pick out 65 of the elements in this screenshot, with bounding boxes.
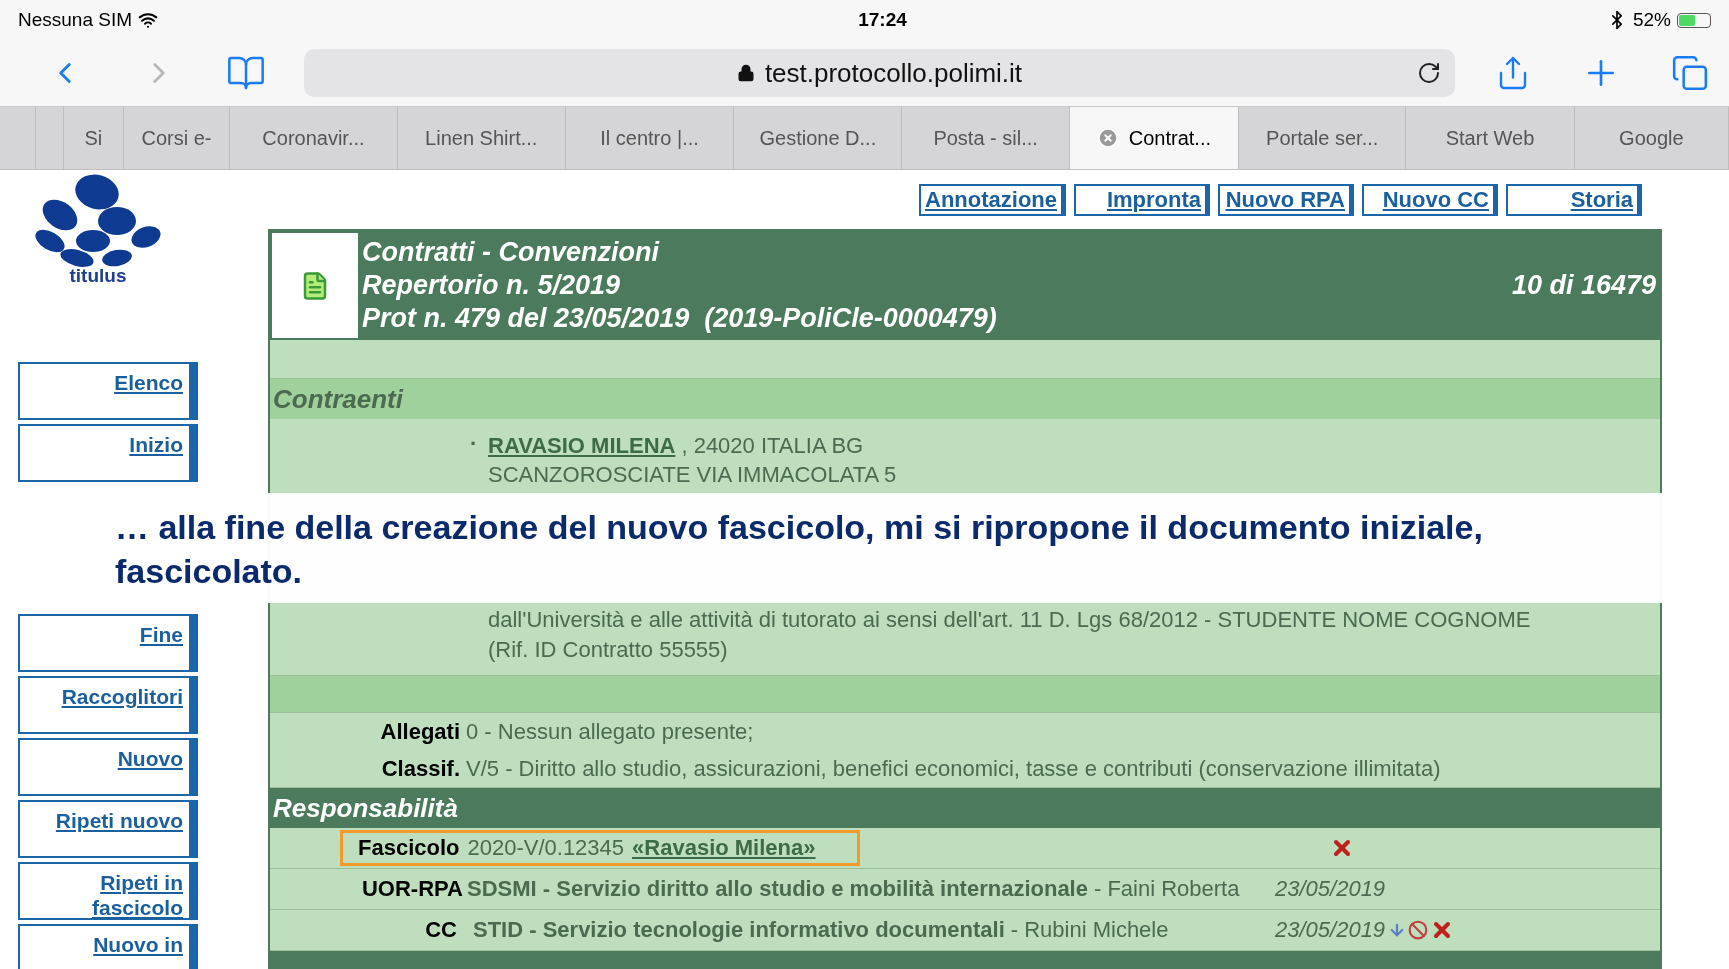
clock-text: 17:24: [858, 9, 907, 31]
field-label: Allegati: [379, 719, 461, 745]
field-label: Classif.: [380, 756, 461, 782]
fascicolo-link[interactable]: «Ravasio Milena»: [632, 835, 816, 861]
field-label: CC: [424, 917, 458, 943]
office-name: STID - Servizio tecnologie informativo documentali: [473, 917, 1005, 943]
field-value: V/5 - Diritto allo studio, assicurazioni, benefici economici, tasse e contributi (conservazione illimitata): [466, 756, 1441, 782]
subject-text: dall'Università e alle attività di tutorato ai sensi dell'art. 11 D. Lgs 68/2012 - STUDENTE NOME COGNOME: [488, 606, 1532, 634]
lock-icon: [736, 64, 755, 82]
arrow-down-icon[interactable]: [1388, 921, 1406, 939]
sidebar-link[interactable]: Elenco: [18, 362, 198, 420]
person-name: - Rubini Michele: [1010, 917, 1169, 943]
address-text: SCANZOROSCIATE VIA IMMACOLATA 5: [488, 461, 897, 489]
logo-text: titulus: [69, 265, 127, 287]
browser-tab[interactable]: Corsi e-: [123, 107, 231, 169]
block-icon[interactable]: [1408, 920, 1428, 940]
tabs-icon[interactable]: [1671, 54, 1709, 92]
browser-tab[interactable]: Portale ser...: [1239, 107, 1407, 169]
sidebar-link[interactable]: Fine: [18, 614, 198, 672]
date-text: 23/05/2019: [1275, 917, 1386, 943]
browser-tab[interactable]: Si: [64, 107, 124, 169]
field-label: Fascicolo: [358, 835, 460, 861]
section-title: Contraenti: [273, 383, 403, 415]
browser-tab[interactable]: Contrat...: [1069, 107, 1240, 169]
action-button[interactable]: Impronta: [1074, 184, 1210, 216]
close-icon[interactable]: [1096, 127, 1119, 149]
browser-tab[interactable]: Posta - sil...: [902, 107, 1070, 169]
sidebar-link[interactable]: Nuovo: [18, 738, 198, 796]
contraente-link[interactable]: RAVASIO MILENA: [488, 431, 676, 460]
battery-icon: [1677, 12, 1711, 28]
office-name: SDSMI - Servizio diritto allo studio e mobilità internazionale: [467, 876, 1088, 902]
sidebar-link[interactable]: Ripeti nuovo: [18, 800, 198, 858]
bullet-text: ·: [470, 431, 479, 458]
field-value: 0 - Nessun allegato presente;: [466, 719, 754, 745]
document-title: Contratti - Convenzioni: [362, 236, 661, 269]
date-text: 23/05/2019: [1275, 876, 1386, 902]
record-counter: 10 di 16479: [1511, 270, 1657, 301]
document-title: Prot n. 479 del 23/05/2019 (2019-PoliCle-0000479): [362, 302, 998, 335]
browser-tab[interactable]: Il centro |...: [565, 107, 735, 169]
document-title: Repertorio n. 5/2019: [362, 269, 622, 302]
action-button[interactable]: Nuovo RPA: [1218, 184, 1354, 216]
field-value: 2020-V/0.12345: [467, 835, 625, 861]
browser-tab[interactable]: Google: [1574, 107, 1729, 169]
action-button[interactable]: Annotazione: [919, 184, 1066, 216]
action-button[interactable]: Nuovo CC: [1362, 184, 1498, 216]
browser-tab[interactable]: Linen Shirt...: [397, 107, 566, 169]
carrier-text: Nessuna SIM: [18, 9, 133, 31]
sidebar-link[interactable]: Nuovo in: [18, 924, 198, 969]
browser-tab[interactable]: Coronavir...: [230, 107, 398, 169]
person-name: - Faini Roberta: [1093, 876, 1240, 902]
reload-icon[interactable]: [1417, 61, 1441, 85]
caption-text: … alla fine della creazione del nuovo fascicolo, mi si ripropone il documento iniziale, fascicolato.: [115, 507, 1484, 592]
battery-text: 52%: [1632, 9, 1671, 31]
field-label: UOR-RPA: [360, 876, 464, 902]
address-field[interactable]: test.protocollo.polimi.it: [304, 49, 1455, 97]
browser-tab[interactable]: Gestione D...: [734, 107, 903, 169]
browser-tab[interactable]: Start Web: [1406, 107, 1575, 169]
address-text: , 24020 ITALIA BG: [681, 432, 864, 460]
action-button[interactable]: Storia: [1506, 184, 1642, 216]
sidebar-link[interactable]: Ripeti in fascicolo: [18, 862, 198, 920]
wifi-icon: [138, 10, 159, 30]
sidebar-link[interactable]: Raccoglitori: [18, 676, 198, 734]
sidebar-link[interactable]: Inizio: [18, 424, 198, 482]
subject-text: (Rif. ID Contratto 55555): [488, 636, 729, 664]
section-title: Responsabilità: [273, 792, 458, 824]
